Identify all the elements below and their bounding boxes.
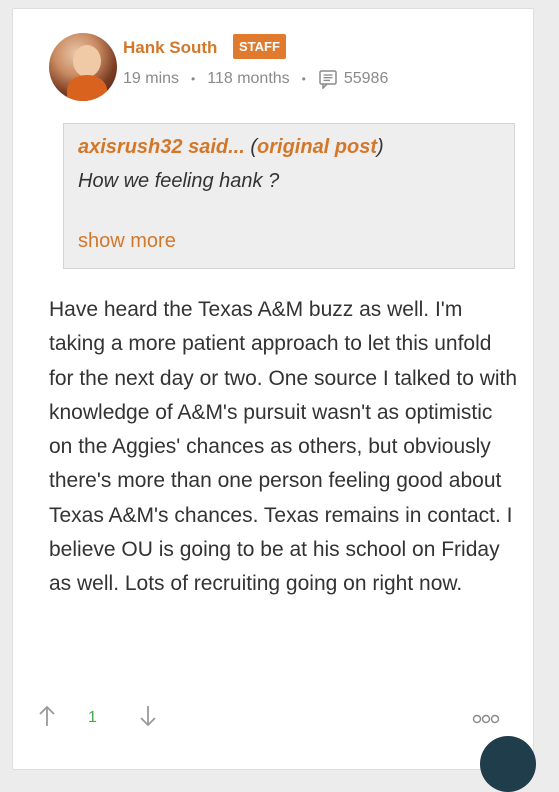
quote-paren-open: (	[250, 136, 258, 158]
post-body: Have heard the Texas A&M buzz as well. I…	[49, 298, 518, 596]
vote-count: 1	[88, 709, 97, 726]
avatar[interactable]	[49, 33, 117, 101]
quote-paren-close: )	[377, 136, 384, 158]
avatar-face	[73, 45, 101, 77]
arrow-down-icon[interactable]	[137, 704, 159, 728]
message-lines-icon	[319, 70, 337, 89]
quote-text: How we feeling hank ?	[78, 170, 280, 192]
post-meta: 19 mins • 118 months • 55986	[123, 69, 388, 89]
meta-separator: •	[301, 72, 306, 86]
posted-time: 19 mins	[123, 70, 180, 87]
staff-badge: STAFF	[233, 34, 286, 59]
member-tenure: 118 months	[207, 70, 290, 87]
quote-block: axisrush32 said... (original post) How w…	[63, 123, 515, 269]
ellipsis-icon[interactable]	[472, 713, 500, 725]
meta-separator: •	[191, 72, 196, 86]
post-count: 55986	[343, 70, 389, 87]
quote-said: said...	[188, 136, 245, 158]
quote-header: axisrush32 said... (original post)	[78, 136, 384, 159]
post-card: Hank South STAFF 19 mins • 118 months • …	[12, 8, 534, 770]
floating-action-button[interactable]	[480, 736, 536, 792]
arrow-up-icon[interactable]	[36, 704, 58, 728]
quote-user[interactable]: axisrush32	[78, 136, 183, 158]
original-post-link[interactable]: original post	[257, 136, 377, 158]
show-more-link[interactable]: show more	[78, 230, 176, 253]
avatar-shirt	[67, 75, 107, 101]
author-name[interactable]: Hank South	[123, 38, 217, 58]
